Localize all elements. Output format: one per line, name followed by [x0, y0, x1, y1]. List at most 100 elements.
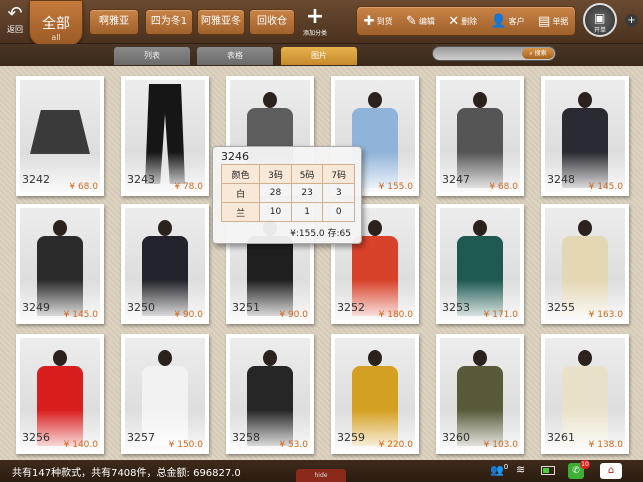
tool-label: 到货 — [376, 16, 393, 26]
model-head — [578, 350, 592, 366]
product-code: 3242 — [22, 173, 50, 186]
category-all-tab[interactable]: 全部 all — [29, 0, 83, 46]
product-card[interactable]: 3249 ¥ 145.0 — [16, 204, 104, 324]
search-input[interactable] — [441, 48, 523, 59]
model-head — [368, 220, 382, 236]
search-box: ⌕ 搜索 — [432, 46, 556, 61]
stock-cell: 3 — [322, 183, 355, 203]
tool-button-1[interactable]: ✎ 编辑 — [406, 15, 435, 28]
tool-label: 删除 — [461, 16, 478, 26]
stock-header-cell: 3码 — [259, 164, 292, 184]
product-card[interactable]: 3258 ¥ 53.0 — [226, 334, 314, 454]
model-head — [158, 220, 172, 236]
product-card[interactable]: 3256 ¥ 140.0 — [16, 334, 104, 454]
stock-popup: 3246 颜色 3码 5码 7码 白 28 23 3 兰 10 1 0 ¥:15… — [212, 146, 362, 244]
document-icon: ▣ — [594, 11, 606, 25]
tool-button-0[interactable]: ✚ 到货 — [364, 15, 393, 28]
product-code: 3248 — [547, 173, 575, 186]
model-head — [158, 350, 172, 366]
stock-table-header: 颜色 3码 5码 7码 — [220, 164, 355, 184]
product-card[interactable]: 3242 ¥ 68.0 — [16, 76, 104, 196]
category-tab-1[interactable]: 啊雅亚 — [89, 9, 139, 35]
product-code: 3259 — [337, 431, 365, 444]
open-order-button[interactable]: ▣ 开单 — [583, 3, 617, 37]
stock-header-cell: 7码 — [322, 164, 355, 184]
view-switcher-bar: 列表 表格 图片 ⌕ 搜索 — [0, 44, 643, 66]
product-price: ¥ 180.0 — [378, 310, 413, 320]
product-code: 3258 — [232, 431, 260, 444]
person-icon: 👤 — [490, 13, 507, 29]
product-price: ¥ 155.0 — [378, 182, 413, 192]
category-tab-2[interactable]: 四为冬1 — [145, 9, 193, 35]
tool-label: 客户 — [508, 16, 525, 26]
stock-header-cell: 5码 — [290, 164, 324, 184]
product-card[interactable]: 3255 ¥ 163.0 — [541, 204, 629, 324]
product-code: 3256 — [22, 431, 50, 444]
tab-table[interactable]: 表格 — [197, 47, 273, 65]
product-code: 3257 — [127, 431, 155, 444]
product-grid: 3242 ¥ 68.0 3243 ¥ 78.0 3246 ¥ 155.0 3247 ¥ 68.… — [0, 66, 643, 460]
popup-price-stock: ¥:155.0 存:65 — [290, 229, 351, 239]
tool-button-2[interactable]: ✕ 删除 — [448, 15, 477, 28]
open-order-label: 开单 — [593, 27, 606, 34]
category-all-label: 全部 — [42, 16, 70, 32]
action-toolbar: ✚ 到货 ✎ 编辑 ✕ 删除 👤 客户 ▤ 单据 — [356, 6, 576, 36]
product-card[interactable]: 3250 ¥ 90.0 — [121, 204, 209, 324]
product-card[interactable]: 3243 ¥ 78.0 — [121, 76, 209, 196]
back-button[interactable]: ↶ 返回 — [2, 4, 28, 40]
inventory-summary: 共有147种款式，共有7408件，总金额: 696827.0 — [12, 468, 241, 479]
category-tab-4[interactable]: 回收仓 — [249, 9, 295, 35]
product-card[interactable]: 3253 ¥ 171.0 — [436, 204, 524, 324]
model-head — [263, 350, 277, 366]
model-head — [53, 220, 67, 236]
product-code: 3243 — [127, 173, 155, 186]
stock-color-cell: 兰 — [220, 202, 261, 222]
product-code: 3260 — [442, 431, 470, 444]
stock-header-cell: 颜色 — [220, 164, 261, 184]
tool-label: 单据 — [552, 16, 569, 26]
plus-icon: ✚ — [363, 13, 375, 29]
model-head — [473, 92, 487, 108]
search-button[interactable]: ⌕ 搜索 — [522, 48, 554, 59]
wifi-icon: ≋ — [516, 463, 526, 476]
back-arrow-icon: ↶ — [7, 3, 23, 24]
product-card[interactable]: 3261 ¥ 138.0 — [541, 334, 629, 454]
category-tab-3[interactable]: 阿雅亚冬 — [197, 9, 245, 35]
product-card[interactable]: 3247 ¥ 68.0 — [436, 76, 524, 196]
product-code: 3250 — [127, 301, 155, 314]
hide-button[interactable]: hide — [296, 469, 346, 482]
pencil-icon: ✎ — [405, 13, 417, 29]
model-head — [263, 92, 277, 108]
product-card[interactable]: 3248 ¥ 145.0 — [541, 76, 629, 196]
tab-list[interactable]: 列表 — [114, 47, 190, 65]
product-price: ¥ 138.0 — [588, 440, 623, 450]
product-code: 3255 — [547, 301, 575, 314]
model-head — [368, 350, 382, 366]
customer-count-value: 0 — [503, 463, 509, 471]
add-circle-button[interactable]: + — [625, 14, 638, 27]
product-card[interactable]: 3260 ¥ 103.0 — [436, 334, 524, 454]
stack-icon: ▤ — [538, 13, 551, 29]
product-code: 3252 — [337, 301, 365, 314]
shop-icon[interactable]: ⌂ — [600, 463, 622, 479]
product-price: ¥ 171.0 — [483, 310, 518, 320]
stock-table-row: 白 28 23 3 — [220, 183, 355, 203]
status-bar: 共有147种款式，共有7408件，总金额: 696827.0 hide 👥0 ≋… — [0, 460, 643, 482]
product-code: 3249 — [22, 301, 50, 314]
popup-title: 3246 — [221, 150, 249, 163]
product-price: ¥ 140.0 — [63, 440, 98, 450]
tool-button-4[interactable]: ▤ 单据 — [538, 15, 568, 28]
tab-image[interactable]: 图片 — [281, 47, 357, 65]
product-card[interactable]: 3257 ¥ 150.0 — [121, 334, 209, 454]
product-price: ¥ 90.0 — [279, 310, 308, 320]
add-category-button[interactable]: + 添加分类 — [299, 6, 331, 40]
product-code: 3247 — [442, 173, 470, 186]
stock-color-cell: 白 — [220, 183, 261, 203]
stock-cell: 23 — [290, 183, 324, 203]
garment-image — [30, 110, 90, 154]
back-label: 返回 — [7, 25, 23, 34]
customer-count[interactable]: 👥0 — [490, 463, 508, 477]
tool-button-3[interactable]: 👤 客户 — [490, 15, 524, 28]
product-card[interactable]: 3259 ¥ 220.0 — [331, 334, 419, 454]
model-head — [368, 92, 382, 108]
